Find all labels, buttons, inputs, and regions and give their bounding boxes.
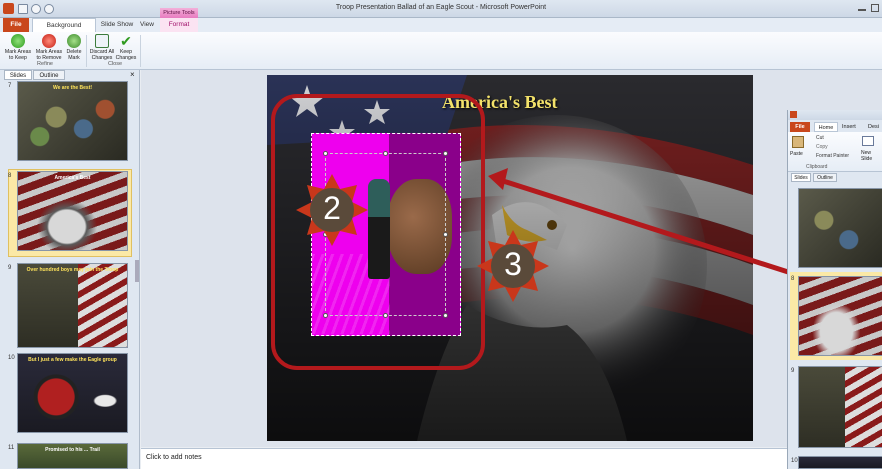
second-tab-slides[interactable]: Slides [791, 173, 811, 182]
second-slide-number: 8 [791, 276, 795, 282]
slide-thumbnail[interactable]: Promised to his ... Trail [17, 443, 128, 469]
delete-mark-button[interactable]: Delete Mark [63, 34, 85, 61]
second-format-painter-button[interactable]: Format Painter [816, 153, 849, 159]
minus-circle-icon [42, 34, 56, 48]
notes-placeholder[interactable]: Click to add notes [146, 454, 202, 461]
slide-number: 11 [8, 445, 15, 451]
close-pane-icon[interactable]: × [130, 70, 135, 79]
slide-thumb-title: Promised to his ... Trail [45, 447, 100, 453]
slide-thumbnail[interactable]: Over hundred boys may join the Troop [17, 263, 128, 348]
resize-handle[interactable] [323, 232, 328, 237]
tab-background-removal[interactable]: Background Removal [32, 18, 96, 43]
tab-slide-show[interactable]: Slide Show [99, 18, 135, 32]
second-cut-button[interactable]: Cut [816, 135, 824, 141]
slide-thumb-title: We are the Best! [52, 85, 93, 91]
second-slide-thumbnail[interactable] [798, 276, 882, 356]
tab-slides[interactable]: Slides [4, 70, 32, 80]
window-title: Troop Presentation Ballad of an Eagle Sc… [335, 4, 547, 11]
second-clipboard-group-label: Clipboard [806, 164, 828, 170]
minimize-button[interactable] [858, 9, 866, 11]
notes-pane[interactable]: Click to add notes [141, 448, 797, 469]
delete-mark-label: Delete Mark [66, 49, 82, 61]
resize-handle[interactable] [443, 151, 448, 156]
second-slide-number: 10 [791, 458, 798, 464]
resize-handle[interactable] [383, 151, 388, 156]
resize-handle[interactable] [443, 232, 448, 237]
resize-handle[interactable] [323, 313, 328, 318]
resize-handle[interactable] [443, 313, 448, 318]
slide-number: 10 [8, 355, 15, 361]
title-bar: Troop Presentation Ballad of an Eagle Sc… [0, 0, 882, 18]
second-copy-button[interactable]: Copy [816, 144, 828, 150]
slide-thumbnail[interactable]: We are the Best! [17, 81, 128, 161]
mark-keep-label: Mark Areas to Keep [4, 49, 32, 61]
resize-handle[interactable] [383, 313, 388, 318]
delete-mark-icon [67, 34, 81, 48]
ribbon-tabs: File Background Removal Slide Show View … [0, 8, 882, 43]
slides-pane: Slides Outline × 7 We are the Best! 8 Am… [0, 70, 140, 469]
second-new-slide-button[interactable]: New Slide [861, 150, 879, 162]
checkmark-icon: ✔ [120, 33, 132, 49]
second-slide-thumbnail[interactable] [798, 456, 882, 469]
discard-all-changes-button[interactable]: Discard All Changes [88, 34, 116, 61]
second-tab-home[interactable]: Home [814, 122, 838, 132]
selection-box[interactable] [325, 153, 446, 316]
picture-tools-context-label: Picture Tools [160, 8, 198, 18]
group-divider [140, 35, 141, 67]
tab-format[interactable]: Format [160, 18, 198, 32]
removed-background-magenta-area [311, 133, 461, 336]
slide-number: 8 [8, 173, 12, 179]
slide-number: 9 [8, 265, 12, 271]
tab-outline[interactable]: Outline [33, 70, 65, 80]
refine-group-label: Refine [37, 61, 53, 67]
resize-handle[interactable] [323, 151, 328, 156]
slide-thumb-title: But I just a few make the Eagle group [28, 357, 117, 363]
mark-areas-to-remove-button[interactable]: Mark Areas to Remove [35, 34, 63, 61]
new-slide-icon[interactable] [862, 136, 874, 146]
callout-number-2: 2 [323, 190, 341, 226]
second-powerpoint-window: File Home Insert Desi Paste Cut Copy For… [787, 110, 882, 469]
second-slide-number: 9 [791, 368, 795, 374]
slide-title[interactable]: America's Best [442, 92, 557, 113]
slide-thumb-title: America's Best [54, 175, 91, 181]
second-slide-thumbnail[interactable] [798, 366, 882, 448]
slide-number: 7 [8, 83, 12, 89]
slide-thumb-title: Over hundred boys may join the Troop [26, 267, 119, 273]
second-tab-insert[interactable]: Insert [842, 122, 856, 132]
callout-number-3: 3 [504, 246, 522, 282]
ribbon: Mark Areas to Keep Mark Areas to Remove … [0, 32, 882, 70]
keep-changes-button[interactable]: ✔ Keep Changes [113, 34, 139, 61]
mark-areas-to-keep-button[interactable]: Mark Areas to Keep [4, 34, 32, 61]
mark-remove-label: Mark Areas to Remove [35, 49, 63, 61]
second-powerpoint-logo-icon [790, 111, 797, 118]
pane-splitter[interactable] [135, 260, 139, 282]
second-title-bar [788, 110, 882, 120]
second-tab-outline[interactable]: Outline [813, 173, 837, 182]
discard-label: Discard All Changes [89, 49, 115, 61]
second-tab-file[interactable]: File [790, 122, 810, 132]
discard-icon [95, 34, 109, 48]
paste-icon[interactable] [792, 136, 804, 148]
second-paste-button[interactable]: Paste [790, 151, 803, 157]
second-tab-design[interactable]: Desi [868, 122, 879, 132]
close-group-label: Close [107, 61, 123, 67]
keep-label: Keep Changes [115, 49, 137, 61]
slide-thumbnail[interactable]: But I just a few make the Eagle group [17, 353, 128, 433]
plus-circle-icon [11, 34, 25, 48]
tab-file[interactable]: File [3, 18, 29, 32]
second-slide-thumbnail[interactable] [798, 188, 882, 268]
group-divider [86, 35, 87, 67]
slide-thumbnail[interactable]: America's Best [17, 171, 128, 251]
restore-button[interactable] [871, 4, 879, 12]
tab-view[interactable]: View [137, 18, 157, 32]
